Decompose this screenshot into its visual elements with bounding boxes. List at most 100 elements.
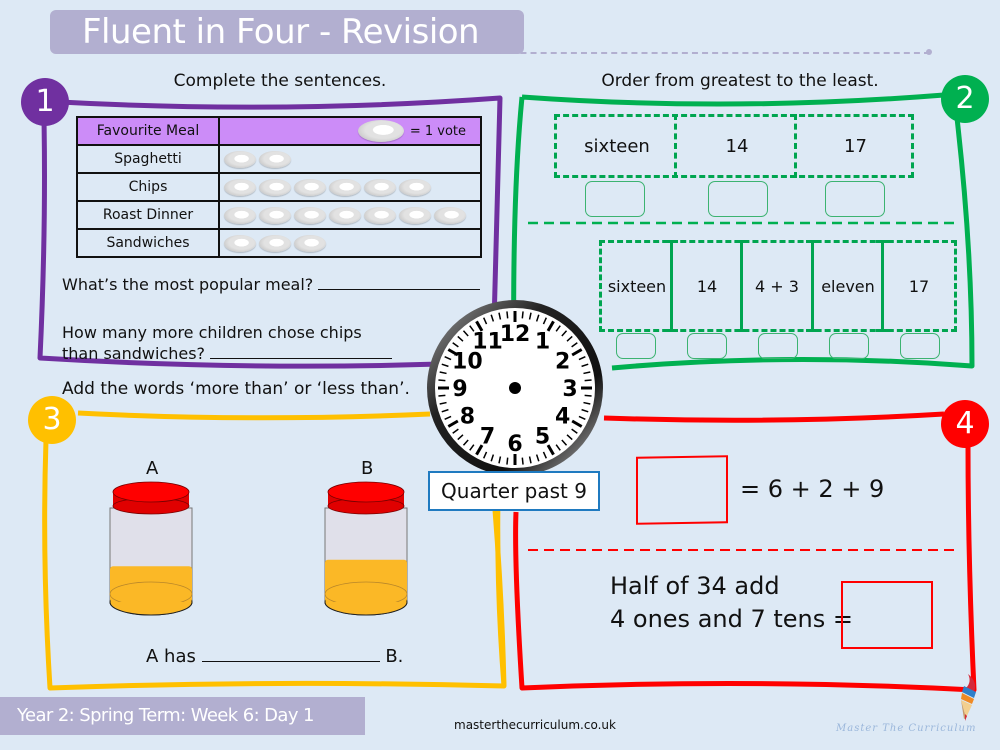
jar-liquid <box>110 566 192 602</box>
clock-icon: 12 1234567891011 <box>427 300 603 476</box>
clock-tick <box>584 394 592 397</box>
page-title: Fluent in Four - Revision <box>50 10 524 54</box>
pictogram-row-plates <box>218 228 482 258</box>
q2-heading: Order from greatest to the least. <box>601 71 879 91</box>
q3-sentence-end: B. <box>385 646 404 667</box>
plate-icon <box>224 234 256 252</box>
plate-icon <box>224 206 256 224</box>
q4-answer-box-2[interactable] <box>841 581 933 649</box>
q3-sentence: A has B. <box>146 645 403 667</box>
plate-icon <box>294 206 326 224</box>
q2-set2-item: sixteen <box>607 276 667 296</box>
clock-number: 6 <box>507 432 522 457</box>
q2-set2-answer-box[interactable] <box>758 333 798 359</box>
plate-icon <box>357 120 404 142</box>
q1-question-2-line2: than sandwiches? <box>62 344 206 363</box>
clock-number: 1 <box>535 329 550 354</box>
jar-b-label: B <box>361 458 374 479</box>
brand-name: Master The Curriculum <box>836 723 977 734</box>
q2-set1-answer-box[interactable] <box>825 181 885 217</box>
q2-set1-answer-box[interactable] <box>585 181 645 217</box>
q3-heading: Add the words ‘more than’ or ‘less than’… <box>62 379 410 399</box>
plate-icon <box>259 178 291 196</box>
q4-equation-2-line2: 4 ones and 7 tens = <box>610 605 853 633</box>
plate-icon <box>259 150 291 168</box>
pictogram-header-label: Favourite Meal <box>76 116 220 146</box>
q1-badge: 1 <box>21 78 69 126</box>
clock-number: 8 <box>460 405 475 430</box>
q2-set1-item: 14 <box>725 135 749 157</box>
clock-number: 9 <box>452 377 467 402</box>
q1-question-2-line1: How many more children chose chips <box>62 323 362 342</box>
q1-question-1-text: What’s the most popular meal? <box>62 275 314 294</box>
q2-set2-answer-box[interactable] <box>687 333 727 359</box>
pictogram-row-plates <box>218 200 482 230</box>
jar-a-icon <box>109 481 193 616</box>
pictogram-row-label: Spaghetti <box>76 144 220 174</box>
plate-icon <box>329 206 361 224</box>
plate-icon <box>294 178 326 196</box>
answer-blank-most-popular[interactable] <box>318 275 481 290</box>
clock-center <box>509 382 521 394</box>
clock-tick <box>506 457 509 465</box>
q2-set2-item: 4 + 3 <box>755 276 799 296</box>
clock-tick <box>438 394 446 397</box>
clock-number: 12 <box>500 322 531 347</box>
jar-a-label: A <box>146 458 159 479</box>
pictogram-row: Chips <box>76 172 482 202</box>
q2-set2-answer-box[interactable] <box>829 333 869 359</box>
q4-equation-1: = 6 + 2 + 9 <box>740 475 885 503</box>
q1-question-2: How many more children chose chips than … <box>62 322 393 364</box>
q2-set2-item: 14 <box>696 276 718 296</box>
plate-icon <box>364 178 396 196</box>
pictogram-header-row: Favourite Meal = 1 vote <box>76 116 482 146</box>
q4-equation-2-line1: Half of 34 add <box>610 572 780 600</box>
q3-frame-right <box>492 509 507 687</box>
clock-tick <box>584 379 592 382</box>
pictogram-row: Spaghetti <box>76 144 482 174</box>
clock-tick <box>506 311 509 319</box>
time-label: Quarter past 9 <box>428 471 600 511</box>
answer-blank-difference[interactable] <box>210 344 393 359</box>
q1-heading: Complete the sentences. <box>173 71 387 91</box>
pencil-logo-icon <box>961 674 976 721</box>
q2-set1-answer-box[interactable] <box>708 181 768 217</box>
plate-icon <box>399 206 431 224</box>
pictogram-table: Favourite Meal = 1 vote Spaghetti Chips Ro… <box>76 116 482 258</box>
clock-number: 7 <box>480 425 495 450</box>
clock-number: 5 <box>535 425 550 450</box>
plate-icon <box>224 178 256 196</box>
q2-set1-boxes: sixteen 14 17 <box>554 114 914 178</box>
jar-bottom-rim <box>109 601 193 616</box>
pictogram-row: Roast Dinner <box>76 200 482 230</box>
answer-blank-comparison[interactable] <box>201 645 380 662</box>
q3-sentence-start: A has <box>146 646 196 667</box>
plate-icon <box>294 234 326 252</box>
q4-answer-box-1[interactable] <box>636 455 728 525</box>
clock-number: 11 <box>472 329 503 354</box>
pictogram-row-label: Sandwiches <box>76 228 220 258</box>
q2-set1-item: 17 <box>844 135 867 157</box>
q4-equation-2: Half of 34 add 4 ones and 7 tens = <box>610 570 853 636</box>
plate-icon <box>434 206 466 224</box>
q2-set2-answer-box[interactable] <box>900 333 940 359</box>
lesson-label: Year 2: Spring Term: Week 6: Day 1 <box>0 697 365 735</box>
clock-number: 2 <box>555 350 570 375</box>
q2-set2-item: eleven <box>821 276 875 296</box>
pictogram-row-plates <box>218 172 482 202</box>
title-divider <box>470 52 930 54</box>
plate-icon <box>259 206 291 224</box>
clock-number: 3 <box>562 377 577 402</box>
jar-lid-top <box>112 481 190 503</box>
jar-b-icon <box>324 481 408 616</box>
plate-icon <box>364 206 396 224</box>
pictogram-row: Sandwiches <box>76 228 482 258</box>
footer-url: masterthecurriculum.co.uk <box>454 718 616 732</box>
clock-number: 4 <box>555 405 570 430</box>
pictogram-key-text: = 1 vote <box>409 123 466 139</box>
q3-badge: 3 <box>28 396 76 444</box>
plate-icon <box>399 178 431 196</box>
jar-bottom-rim <box>324 601 408 616</box>
q2-set2-answer-box[interactable] <box>616 333 656 359</box>
jar-liquid <box>325 559 407 602</box>
